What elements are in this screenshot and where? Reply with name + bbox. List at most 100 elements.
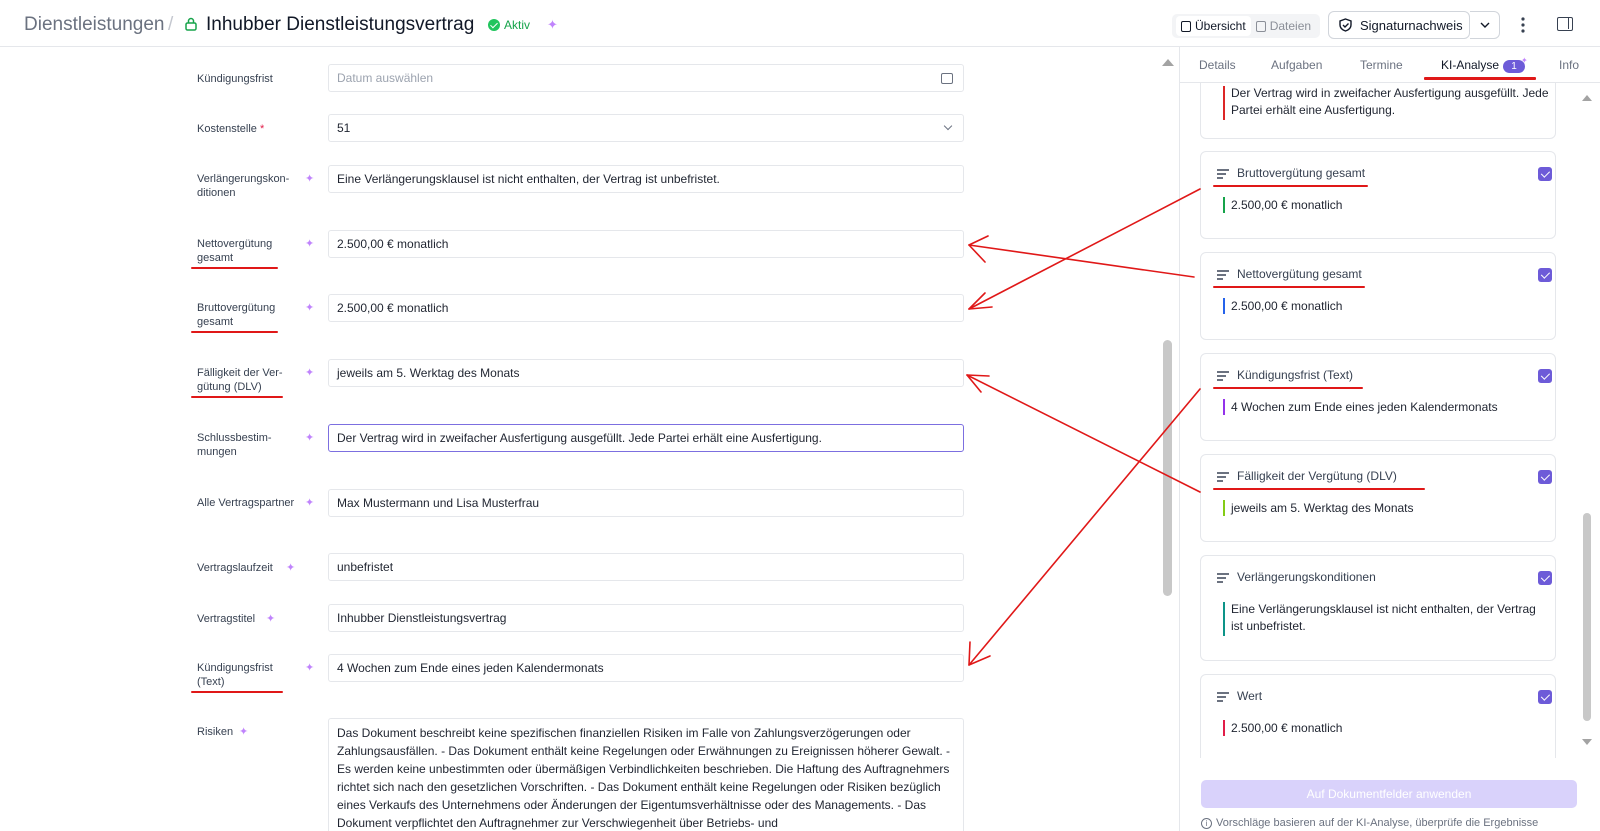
scrollbar-thumb[interactable] bbox=[1583, 513, 1591, 721]
all-parties-input[interactable]: Max Mustermann und Lisa Musterfrau bbox=[328, 489, 964, 517]
suggestion-checkbox[interactable] bbox=[1538, 369, 1552, 383]
color-bar bbox=[1223, 399, 1225, 415]
sparkle-icon: ✦ bbox=[1521, 56, 1528, 65]
view-files-label: Dateien bbox=[1269, 19, 1312, 33]
tab-info[interactable]: Info bbox=[1559, 58, 1579, 72]
view-overview-button[interactable]: Übersicht bbox=[1176, 16, 1251, 36]
apply-to-fields-button[interactable]: Auf Dokumentfelder anwenden bbox=[1201, 780, 1577, 808]
annotation-underline bbox=[1213, 286, 1365, 288]
sparkle-icon: ✦ bbox=[305, 238, 315, 250]
suggestion-card: Nettovergütung gesamt 2.500,00 € monatli… bbox=[1200, 252, 1556, 340]
required-mark: * bbox=[260, 123, 265, 135]
view-files-button[interactable]: Dateien bbox=[1251, 16, 1316, 36]
tab-appointments[interactable]: Termine bbox=[1360, 58, 1403, 72]
field-label: Vertragstitel bbox=[197, 613, 256, 625]
annotation-underline bbox=[1213, 185, 1368, 187]
suggestion-card: Bruttovergütung gesamt 2.500,00 € monatl… bbox=[1200, 151, 1556, 239]
sparkle-icon: ✦ bbox=[305, 497, 315, 509]
status-badge: Aktiv bbox=[485, 16, 536, 34]
field-label: Alle Vertragspartner bbox=[197, 497, 295, 509]
annotation-underline bbox=[191, 691, 283, 693]
suggestion-title: Kündigungsfrist (Text) bbox=[1237, 368, 1354, 382]
suggestion-checkbox[interactable] bbox=[1538, 690, 1552, 704]
signature-proof-button[interactable]: Signaturnachweis bbox=[1328, 11, 1470, 39]
signature-dropdown-button[interactable] bbox=[1470, 11, 1500, 39]
suggestion-title: Fälligkeit der Vergütung (DLV) bbox=[1237, 469, 1397, 483]
field-label-text: Kostenstelle bbox=[197, 123, 257, 135]
scrollbar-thumb[interactable] bbox=[1163, 340, 1172, 596]
field-label: Kündigungsfrist (Text) bbox=[197, 662, 273, 688]
contract-title-input[interactable]: Inhubber Dienstleistungsvertrag bbox=[328, 604, 964, 632]
field-value: 2.500,00 € monatlich bbox=[337, 301, 449, 315]
panel-scrollbar[interactable] bbox=[1580, 83, 1596, 758]
color-bar bbox=[1223, 197, 1225, 213]
field-label: Verlängerungskon-ditionen bbox=[197, 173, 290, 199]
suggestion-list: Der Vertrag wird in zweifacher Ausfertig… bbox=[1180, 83, 1600, 758]
sidebar-toggle-icon[interactable] bbox=[1557, 17, 1573, 31]
sparkle-icon: ✦ bbox=[305, 173, 315, 185]
scroll-up-icon[interactable] bbox=[1582, 95, 1592, 101]
sparkle-icon[interactable]: ✦ bbox=[547, 17, 558, 33]
suggestion-value: 2.500,00 € monatlich bbox=[1231, 299, 1343, 313]
suggestion-value: jeweils am 5. Werktag des Monats bbox=[1231, 501, 1414, 515]
suggestion-value: 2.500,00 € monatlich bbox=[1231, 721, 1343, 735]
text-field-icon bbox=[1217, 692, 1229, 702]
form-scrollbar[interactable] bbox=[1156, 47, 1180, 831]
annotation-underline bbox=[191, 267, 278, 269]
signature-proof-label: Signaturnachweis bbox=[1360, 17, 1463, 33]
suggestion-card: Kündigungsfrist (Text) 4 Wochen zum Ende… bbox=[1200, 353, 1556, 441]
chevron-down-icon bbox=[943, 121, 953, 131]
color-bar bbox=[1223, 602, 1225, 636]
panel-tabs: Details Aufgaben Termine KI-Analyse 1 ✦ I… bbox=[1180, 47, 1600, 83]
suggestion-card: Fälligkeit der Vergütung (DLV) jeweils a… bbox=[1200, 454, 1556, 542]
tab-details[interactable]: Details bbox=[1199, 58, 1236, 72]
suggestion-checkbox[interactable] bbox=[1538, 470, 1552, 484]
more-options-icon[interactable] bbox=[1520, 16, 1526, 34]
suggestion-value: Der Vertrag wird in zweifacher Ausfertig… bbox=[1231, 86, 1549, 117]
breadcrumb-root[interactable]: Dienstleistungen bbox=[24, 14, 164, 36]
scroll-down-icon[interactable] bbox=[1582, 739, 1592, 745]
field-label: Nettovergütung gesamt bbox=[197, 238, 273, 264]
tab-ai-analysis[interactable]: KI-Analyse 1 bbox=[1441, 58, 1526, 73]
sparkle-icon: ✦ bbox=[305, 367, 315, 379]
suggestion-checkbox[interactable] bbox=[1538, 268, 1552, 282]
risks-textarea[interactable]: Das Dokument beschreibt keine spezifisch… bbox=[328, 718, 964, 831]
suggestion-card: Wert 2.500,00 € monatlich bbox=[1200, 674, 1556, 758]
page-title: Inhubber Dienstleistungsvertrag bbox=[206, 14, 475, 35]
text-field-icon bbox=[1217, 573, 1229, 583]
field-label: Fälligkeit der Ver-gütung (DLV) bbox=[197, 367, 283, 393]
tab-tasks[interactable]: Aufgaben bbox=[1271, 58, 1322, 72]
app-header: Dienstleistungen / Inhubber Dienstleistu… bbox=[0, 0, 1600, 47]
suggestion-checkbox[interactable] bbox=[1538, 571, 1552, 585]
document-icon bbox=[1181, 20, 1191, 32]
suggestion-title: Wert bbox=[1237, 689, 1263, 703]
info-icon: i bbox=[1201, 817, 1212, 829]
payment-due-input[interactable]: jeweils am 5. Werktag des Monats bbox=[328, 359, 964, 387]
cost-center-select[interactable]: 51 bbox=[328, 114, 964, 142]
suggestion-card-partial: Der Vertrag wird in zweifacher Ausfertig… bbox=[1200, 83, 1556, 139]
suggestion-value: 4 Wochen zum Ende eines jeden Kalendermo… bbox=[1231, 400, 1498, 414]
net-remuneration-input[interactable]: 2.500,00 € monatlich bbox=[328, 230, 964, 258]
calendar-icon[interactable] bbox=[941, 73, 953, 84]
tab-ai-analysis-label: KI-Analyse bbox=[1441, 58, 1500, 72]
field-value: 51 bbox=[337, 121, 351, 135]
final-provisions-input[interactable]: Der Vertrag wird in zweifacher Ausfertig… bbox=[328, 424, 964, 452]
cancellation-date-picker[interactable]: Datum auswählen bbox=[328, 64, 964, 92]
field-label: Schlussbestim-mungen bbox=[197, 432, 272, 458]
scroll-up-icon[interactable] bbox=[1162, 59, 1174, 66]
suggestion-value: 2.500,00 € monatlich bbox=[1231, 198, 1343, 212]
renewal-conditions-input[interactable]: Eine Verlängerungsklausel ist nicht enth… bbox=[328, 165, 964, 193]
breadcrumb-separator: / bbox=[168, 14, 174, 35]
text-field-icon bbox=[1217, 472, 1229, 482]
suggestion-checkbox[interactable] bbox=[1538, 167, 1552, 181]
ai-disclaimer-text: Vorschläge basieren auf der KI-Analyse, … bbox=[1216, 817, 1539, 829]
field-value: jeweils am 5. Werktag des Monats bbox=[337, 366, 520, 380]
sparkle-icon: ✦ bbox=[266, 613, 276, 625]
notice-period-text-input[interactable]: 4 Wochen zum Ende eines jeden Kalendermo… bbox=[328, 654, 964, 682]
status-label: Aktiv bbox=[504, 18, 531, 32]
field-placeholder: Datum auswählen bbox=[337, 71, 434, 85]
annotation-underline bbox=[1424, 77, 1536, 80]
color-bar bbox=[1223, 500, 1225, 516]
contract-term-input[interactable]: unbefristet bbox=[328, 553, 964, 581]
gross-remuneration-input[interactable]: 2.500,00 € monatlich bbox=[328, 294, 964, 322]
